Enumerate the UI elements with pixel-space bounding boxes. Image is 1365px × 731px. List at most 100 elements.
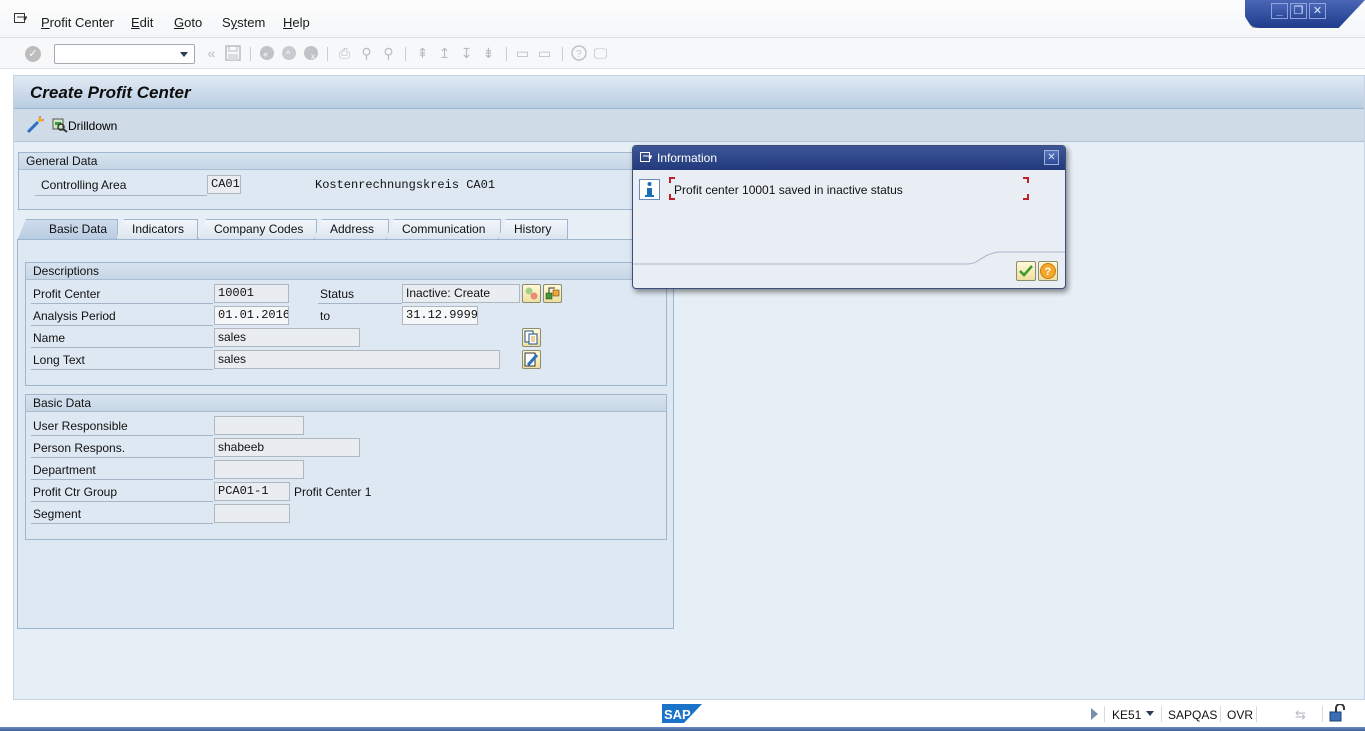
- tab-indicators[interactable]: Indicators: [116, 219, 198, 239]
- profit-center-label: Profit Center: [33, 287, 101, 301]
- profit-ctr-group-field[interactable]: PCA01-1: [214, 482, 290, 501]
- label-underline: [31, 479, 213, 480]
- menu-profit-center[interactable]: Profit Center: [41, 15, 114, 30]
- expand-status-icon[interactable]: [1091, 708, 1098, 720]
- status-separator: [1220, 706, 1221, 722]
- command-field[interactable]: [54, 44, 195, 64]
- label-underline: [31, 303, 213, 304]
- help-icon: ?: [1040, 263, 1056, 279]
- label-underline: [31, 325, 213, 326]
- create-session-icon[interactable]: ▭: [514, 45, 531, 62]
- restore-button[interactable]: ❐: [1290, 3, 1307, 19]
- tab-label: Address: [330, 222, 375, 236]
- continue-button[interactable]: [1016, 261, 1036, 281]
- general-data-group: General Data Controlling Area CA01 Koste…: [18, 152, 658, 210]
- window-controls: _ ❐ ✕: [1245, 0, 1365, 28]
- help-button[interactable]: ?: [1038, 261, 1058, 281]
- menu-system[interactable]: System: [222, 15, 265, 30]
- help-icon[interactable]: ?: [570, 45, 587, 62]
- unlock-icon[interactable]: [1328, 704, 1346, 722]
- cancel-icon[interactable]: x: [302, 45, 319, 62]
- controlling-area-field[interactable]: CA01: [207, 175, 241, 194]
- edit-long-text-button[interactable]: [522, 350, 541, 369]
- info-icon: [639, 179, 660, 200]
- next-page-icon[interactable]: ↧: [458, 45, 475, 62]
- activate-button[interactable]: [522, 284, 541, 303]
- svg-text:«: «: [263, 49, 268, 59]
- dialog-title-bar: Information ✕: [633, 146, 1065, 170]
- tab-label: Communication: [402, 222, 486, 236]
- long-text-field[interactable]: sales: [214, 350, 500, 369]
- dialog-footer-divider: [633, 251, 1065, 265]
- first-page-icon[interactable]: ⇞: [414, 45, 431, 62]
- shortcut-icon[interactable]: ▭: [536, 45, 553, 62]
- dialog-close-button[interactable]: ✕: [1044, 150, 1059, 165]
- exit-icon[interactable]: ^: [280, 45, 297, 62]
- last-page-icon[interactable]: ⇟: [480, 45, 497, 62]
- customize-layout-icon[interactable]: 🖵: [592, 45, 609, 62]
- person-respons-field[interactable]: shabeeb: [214, 438, 360, 457]
- toolbar-separator: [562, 47, 563, 61]
- status-separator: [1256, 706, 1257, 722]
- find-next-icon[interactable]: ⚲: [380, 45, 397, 62]
- minimize-button[interactable]: _: [1271, 3, 1288, 19]
- hierarchy-icon: [545, 287, 560, 300]
- hierarchy-button[interactable]: [543, 284, 562, 303]
- menu-bar: Profit Center Edit Goto System Help _ ❐ …: [0, 0, 1365, 38]
- name-field[interactable]: sales: [214, 328, 360, 347]
- tab-panel-basic-data: Descriptions Profit Center 10001 Status …: [17, 239, 674, 629]
- tab-label: History: [514, 222, 552, 236]
- status-separator: [1322, 706, 1323, 722]
- analysis-to-field[interactable]: 31.12.9999: [402, 306, 478, 325]
- tab-history[interactable]: History: [498, 219, 568, 239]
- tab-communication[interactable]: Communication: [386, 219, 501, 239]
- tab-label: Indicators: [132, 222, 185, 236]
- analysis-from-field[interactable]: 01.01.2016: [214, 306, 289, 325]
- profit-ctr-group-label: Profit Ctr Group: [33, 485, 118, 499]
- profit-center-field[interactable]: 10001: [214, 284, 289, 303]
- enter-icon[interactable]: ✓: [25, 46, 41, 62]
- checkmark-icon: [1019, 265, 1033, 277]
- tab-basic-data[interactable]: Basic Data: [18, 219, 118, 239]
- analysis-period-label: Analysis Period: [33, 309, 116, 323]
- status-field[interactable]: Inactive: Create: [402, 284, 520, 303]
- svg-text:SAP: SAP: [664, 707, 691, 722]
- previous-page-icon[interactable]: ↥: [436, 45, 453, 62]
- segment-field[interactable]: [214, 504, 290, 523]
- descriptions-header: Descriptions: [26, 263, 666, 280]
- copy-text-button[interactable]: [522, 328, 541, 347]
- menu-goto[interactable]: Goto: [174, 15, 202, 30]
- magic-wand-icon[interactable]: [26, 116, 44, 134]
- taskbar-strip: [0, 727, 1365, 731]
- find-icon[interactable]: ⚲: [358, 45, 375, 62]
- page-title: Create Profit Center: [30, 83, 191, 102]
- save-icon[interactable]: [224, 45, 241, 62]
- back-icon[interactable]: «: [203, 45, 220, 62]
- print-icon[interactable]: ⎙: [336, 45, 353, 62]
- close-window-button[interactable]: ✕: [1309, 3, 1326, 19]
- label-underline: [31, 501, 213, 502]
- menu-help[interactable]: Help: [283, 15, 310, 30]
- transaction-dropdown-icon[interactable]: [1146, 711, 1154, 716]
- department-field[interactable]: [214, 460, 304, 479]
- tab-company-codes[interactable]: Company Codes: [198, 219, 317, 239]
- tab-address[interactable]: Address: [314, 219, 389, 239]
- label-underline: [31, 369, 213, 370]
- user-responsible-field[interactable]: [214, 416, 304, 435]
- system-menu-icon[interactable]: [640, 152, 653, 163]
- drilldown-label: Drilldown: [68, 119, 118, 133]
- name-label: Name: [33, 331, 66, 345]
- chevron-down-icon[interactable]: [180, 52, 188, 57]
- tab-label: Company Codes: [214, 222, 304, 236]
- standard-toolbar: ✓ « « ^ x ⎙ ⚲ ⚲ ⇞ ↥ ↧ ⇟ ▭ ▭ ? 🖵: [0, 38, 1365, 69]
- back-nav-icon[interactable]: «: [258, 45, 275, 62]
- sap-logo: SAP: [662, 704, 702, 723]
- descriptions-group: Descriptions Profit Center 10001 Status …: [25, 262, 667, 386]
- system-menu-icon[interactable]: [14, 13, 28, 24]
- focus-bracket: [1023, 194, 1029, 200]
- menu-edit[interactable]: Edit: [131, 15, 153, 30]
- drilldown-button[interactable]: Drilldown: [52, 117, 117, 133]
- svg-text:?: ?: [1045, 266, 1052, 278]
- label-underline: [31, 457, 213, 458]
- document-icon: [524, 330, 538, 345]
